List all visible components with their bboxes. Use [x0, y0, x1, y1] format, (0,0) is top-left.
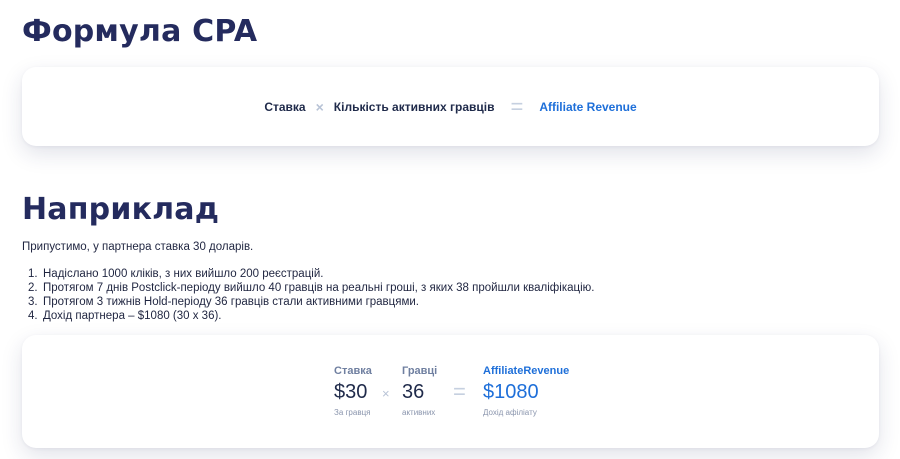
- equals-icon: =: [453, 379, 466, 404]
- example-players-label: Гравці: [402, 365, 438, 377]
- step-number: 1.: [28, 268, 38, 280]
- example-calculation: Ставка $30 За гравця × Гравці 36 активни…: [22, 335, 879, 448]
- example-players-value: 36: [402, 381, 425, 403]
- equals-icon: =: [510, 93, 524, 119]
- example-players-column: Гравці 36 активних: [402, 365, 437, 417]
- formula-revenue-label: Affiliate Revenue: [539, 99, 637, 114]
- formula-players-label: Кількість активних гравців: [333, 99, 495, 114]
- example-rate-label: Ставка: [334, 365, 372, 377]
- formula-card: Ставка × Кількість активних гравців = Af…: [22, 67, 879, 146]
- multiply-icon: ×: [382, 386, 390, 401]
- step-number: 2.: [28, 282, 38, 294]
- multiply-icon: ×: [315, 98, 324, 115]
- list-item: 4. Дохід партнера – $1080 (30 х 36).: [28, 309, 594, 323]
- step-text: Надіслано 1000 кліків, з них вийшло 200 …: [43, 268, 324, 280]
- cpa-formula-title: Формула CPA: [22, 14, 258, 49]
- example-revenue-column: AffiliateRevenue $1080 Дохід афіліату: [483, 365, 569, 417]
- list-item: 2. Протягом 7 днів Postclick-періоду вийш…: [28, 281, 594, 295]
- example-revenue-sub: Дохід афіліату: [483, 408, 537, 417]
- example-rate-sub: За гравця: [334, 408, 371, 417]
- formula-rate-label: Ставка: [264, 99, 306, 114]
- step-text: Протягом 7 днів Postclick-періоду вийшло…: [43, 282, 595, 294]
- step-number: 3.: [28, 296, 38, 308]
- example-title: Наприклад: [22, 192, 220, 227]
- step-number: 4.: [28, 310, 38, 322]
- step-text: Дохід партнера – $1080 (30 х 36).: [43, 310, 222, 322]
- list-item: 1. Надіслано 1000 кліків, з них вийшло 20…: [28, 267, 594, 281]
- list-item: 3. Протягом 3 тижнів Hold-періоду 36 грав…: [28, 295, 594, 309]
- example-rate-value: $30: [334, 381, 368, 403]
- example-rate-column: Ставка $30 За гравця: [334, 365, 372, 417]
- example-intro: Припустимо, у партнера ставка 30 доларів…: [22, 241, 254, 253]
- example-card: Ставка $30 За гравця × Гравці 36 активни…: [22, 335, 879, 448]
- step-text: Протягом 3 тижнів Hold-періоду 36 гравці…: [43, 296, 420, 308]
- example-revenue-label: AffiliateRevenue: [483, 365, 570, 377]
- example-steps-list: 1. Надіслано 1000 кліків, з них вийшло 20…: [28, 267, 594, 323]
- example-revenue-value: $1080: [483, 381, 539, 403]
- example-players-sub: активних: [402, 408, 436, 417]
- formula-row: Ставка × Кількість активних гравців = Af…: [22, 67, 879, 146]
